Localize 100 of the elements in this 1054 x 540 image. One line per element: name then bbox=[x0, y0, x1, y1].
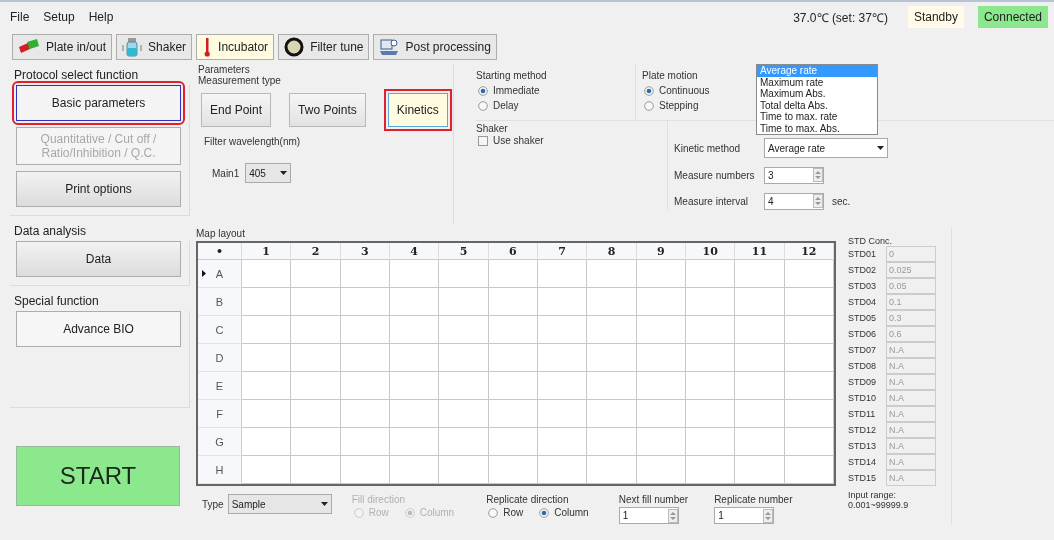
toolbar-button[interactable]: Plate in/out bbox=[12, 34, 113, 60]
well-cell[interactable] bbox=[587, 316, 637, 344]
well-cell[interactable] bbox=[340, 316, 390, 344]
well-cell[interactable] bbox=[291, 344, 341, 372]
well-cell[interactable] bbox=[340, 260, 390, 288]
well-cell[interactable] bbox=[488, 344, 538, 372]
well-cell[interactable] bbox=[390, 260, 440, 288]
row-header[interactable]: H bbox=[198, 456, 242, 484]
well-cell[interactable] bbox=[390, 428, 440, 456]
well-cell[interactable] bbox=[538, 344, 588, 372]
next-fill-field[interactable]: 1 bbox=[618, 507, 679, 524]
row-header[interactable]: C bbox=[198, 316, 242, 344]
well-cell[interactable] bbox=[291, 316, 341, 344]
well-cell[interactable] bbox=[636, 260, 686, 288]
well-cell[interactable] bbox=[636, 344, 686, 372]
row-header[interactable]: A bbox=[198, 260, 242, 288]
measurement-type-button[interactable]: Kinetics bbox=[387, 93, 448, 127]
well-cell[interactable] bbox=[439, 260, 489, 288]
checkbox[interactable] bbox=[478, 135, 488, 146]
spin-arrows-icon[interactable] bbox=[667, 508, 678, 523]
well-cell[interactable] bbox=[291, 456, 341, 484]
well-cell[interactable] bbox=[735, 456, 785, 484]
toolbar-button[interactable]: Post processing bbox=[373, 34, 497, 60]
well-cell[interactable] bbox=[784, 288, 834, 316]
row-header[interactable]: G bbox=[198, 428, 242, 456]
well-cell[interactable] bbox=[636, 372, 686, 400]
well-cell[interactable] bbox=[488, 288, 538, 316]
well-cell[interactable] bbox=[735, 400, 785, 428]
toolbar-button[interactable]: Filter tune bbox=[278, 34, 370, 60]
well-cell[interactable] bbox=[340, 428, 390, 456]
well-cell[interactable] bbox=[242, 400, 292, 428]
well-cell[interactable] bbox=[784, 344, 834, 372]
well-cell[interactable] bbox=[439, 344, 489, 372]
radio-button[interactable] bbox=[539, 507, 550, 518]
radio-button[interactable] bbox=[644, 85, 654, 96]
protocol-button[interactable]: Print options bbox=[16, 171, 181, 207]
row-header[interactable]: D bbox=[198, 344, 242, 372]
well-cell[interactable] bbox=[784, 372, 834, 400]
replicate-number-field[interactable]: 1 bbox=[714, 507, 775, 524]
well-cell[interactable] bbox=[242, 344, 292, 372]
radio-button[interactable] bbox=[478, 100, 488, 111]
well-cell[interactable] bbox=[538, 428, 588, 456]
well-cell[interactable] bbox=[538, 260, 588, 288]
wavelength-select[interactable]: 405 bbox=[245, 163, 292, 183]
well-cell[interactable] bbox=[538, 288, 588, 316]
menu-item[interactable]: Setup bbox=[43, 10, 75, 24]
well-cell[interactable] bbox=[636, 400, 686, 428]
row-header[interactable]: B bbox=[198, 288, 242, 316]
well-cell[interactable] bbox=[242, 260, 292, 288]
well-cell[interactable] bbox=[636, 456, 686, 484]
well-cell[interactable] bbox=[735, 428, 785, 456]
toolbar-button[interactable]: Shaker bbox=[116, 34, 193, 60]
well-cell[interactable] bbox=[439, 288, 489, 316]
start-button[interactable]: START bbox=[16, 446, 180, 506]
well-cell[interactable] bbox=[636, 316, 686, 344]
well-cell[interactable] bbox=[488, 400, 538, 428]
well-cell[interactable] bbox=[390, 400, 440, 428]
well-cell[interactable] bbox=[340, 288, 390, 316]
menu-item[interactable]: Help bbox=[88, 10, 114, 24]
well-cell[interactable] bbox=[735, 372, 785, 400]
well-cell[interactable] bbox=[587, 400, 637, 428]
well-cell[interactable] bbox=[291, 428, 341, 456]
well-cell[interactable] bbox=[340, 372, 390, 400]
well-cell[interactable] bbox=[784, 400, 834, 428]
well-cell[interactable] bbox=[488, 456, 538, 484]
measurement-type-button[interactable]: Two Points bbox=[289, 93, 366, 127]
well-cell[interactable] bbox=[340, 400, 390, 428]
well-cell[interactable] bbox=[291, 288, 341, 316]
well-cell[interactable] bbox=[488, 260, 538, 288]
well-cell[interactable] bbox=[587, 428, 637, 456]
well-cell[interactable] bbox=[439, 372, 489, 400]
well-cell[interactable] bbox=[439, 316, 489, 344]
measurement-type-button[interactable]: End Point bbox=[201, 93, 272, 127]
well-cell[interactable] bbox=[784, 316, 834, 344]
well-cell[interactable] bbox=[390, 372, 440, 400]
well-cell[interactable] bbox=[291, 400, 341, 428]
well-cell[interactable] bbox=[686, 456, 736, 484]
well-cell[interactable] bbox=[784, 260, 834, 288]
well-cell[interactable] bbox=[587, 288, 637, 316]
well-cell[interactable] bbox=[242, 316, 292, 344]
well-cell[interactable] bbox=[488, 372, 538, 400]
well-cell[interactable] bbox=[686, 288, 736, 316]
spin-arrows-icon[interactable] bbox=[813, 168, 823, 183]
well-cell[interactable] bbox=[587, 372, 637, 400]
well-cell[interactable] bbox=[686, 428, 736, 456]
well-cell[interactable] bbox=[439, 456, 489, 484]
well-cell[interactable] bbox=[242, 456, 292, 484]
well-cell[interactable] bbox=[686, 260, 736, 288]
well-cell[interactable] bbox=[488, 428, 538, 456]
well-cell[interactable] bbox=[291, 260, 341, 288]
kinetic-method-select[interactable]: Average rate bbox=[764, 138, 888, 159]
well-cell[interactable] bbox=[636, 428, 686, 456]
row-header[interactable]: F bbox=[198, 400, 242, 428]
well-cell[interactable] bbox=[587, 260, 637, 288]
radio-button[interactable] bbox=[488, 507, 499, 518]
well-cell[interactable] bbox=[488, 316, 538, 344]
well-cell[interactable] bbox=[340, 456, 390, 484]
data-button[interactable]: Data bbox=[16, 241, 181, 277]
radio-button[interactable] bbox=[478, 85, 488, 96]
radio-button[interactable] bbox=[644, 100, 654, 111]
